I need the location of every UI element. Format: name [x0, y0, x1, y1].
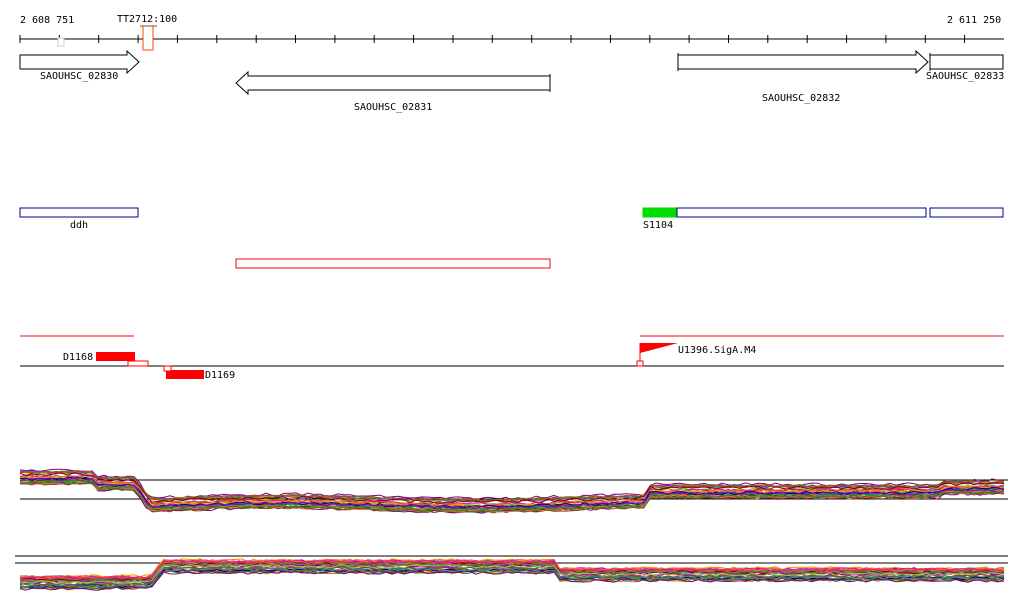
- gene-saouhsc-02833[interactable]: SAOUHSC_02833: [926, 53, 1004, 82]
- gene-label: SAOUHSC_02833: [926, 71, 1004, 82]
- ruler-end-label: 2 611 250: [947, 15, 1001, 26]
- operon-box[interactable]: [19, 207, 139, 218]
- operons-track: ddh S1104: [19, 207, 1004, 231]
- genome-browser-viewer: 2 608 751 2 611 250 TT2712:100 SAOUHSC_0…: [0, 0, 1024, 611]
- genes-track: SAOUHSC_02830 SAOUHSC_02831 SAOUHSC_0283…: [19, 49, 1004, 113]
- operon-s1104[interactable]: S1104: [642, 207, 1004, 231]
- promoter-flag[interactable]: [640, 343, 678, 353]
- gene-label: SAOUHSC_02831: [354, 102, 432, 113]
- operon-box[interactable]: [676, 207, 927, 218]
- operon-label: ddh: [70, 220, 88, 231]
- gene-box-partial[interactable]: [929, 54, 1004, 70]
- region-track: [235, 258, 551, 269]
- gene-saouhsc-02831[interactable]: SAOUHSC_02831: [235, 70, 551, 113]
- terminator-label: D1169: [205, 370, 235, 381]
- terminator-bar[interactable]: [96, 352, 135, 361]
- terminator-d1168[interactable]: D1168: [63, 352, 149, 367]
- region-box[interactable]: [235, 258, 551, 269]
- expression-profile-line: [19, 570, 1005, 591]
- gene-arrow-forward[interactable]: [677, 49, 929, 75]
- gene-label: SAOUHSC_02830: [40, 71, 118, 82]
- gene-label: SAOUHSC_02832: [762, 93, 840, 104]
- ruler-marker-label: TT2712:100: [117, 14, 177, 25]
- terminator-bar[interactable]: [166, 370, 204, 379]
- expression-track-top: [19, 468, 1008, 514]
- expression-track-bottom: [15, 555, 1008, 591]
- gene-arrow-reverse[interactable]: [235, 70, 551, 96]
- ruler-small-marker: [57, 37, 65, 47]
- operon-ddh[interactable]: ddh: [19, 207, 139, 231]
- operon-box[interactable]: [929, 207, 1004, 218]
- terminator-label: D1168: [63, 352, 93, 363]
- promoter-label: U1396.SigA.M4: [678, 345, 756, 356]
- coordinate-ruler: 2 608 751 2 611 250 TT2712:100: [19, 14, 1004, 51]
- regulatory-track: D1168 D1169 U1396.SigA.M4: [20, 335, 1004, 381]
- terminator-stem: [127, 360, 149, 367]
- promoter-base: [636, 360, 644, 367]
- operon-highlight-box[interactable]: [642, 207, 678, 218]
- gene-saouhsc-02832[interactable]: SAOUHSC_02832: [677, 49, 929, 104]
- gene-arrow-forward[interactable]: [19, 49, 140, 75]
- ruler-position-marker[interactable]: [142, 25, 154, 51]
- terminator-stem: [163, 365, 172, 372]
- gene-saouhsc-02830[interactable]: SAOUHSC_02830: [19, 49, 140, 82]
- terminator-d1169[interactable]: D1169: [163, 365, 235, 381]
- operon-label: S1104: [643, 220, 673, 231]
- promoter-u1396[interactable]: U1396.SigA.M4: [636, 343, 756, 367]
- ruler-start-label: 2 608 751: [20, 15, 74, 26]
